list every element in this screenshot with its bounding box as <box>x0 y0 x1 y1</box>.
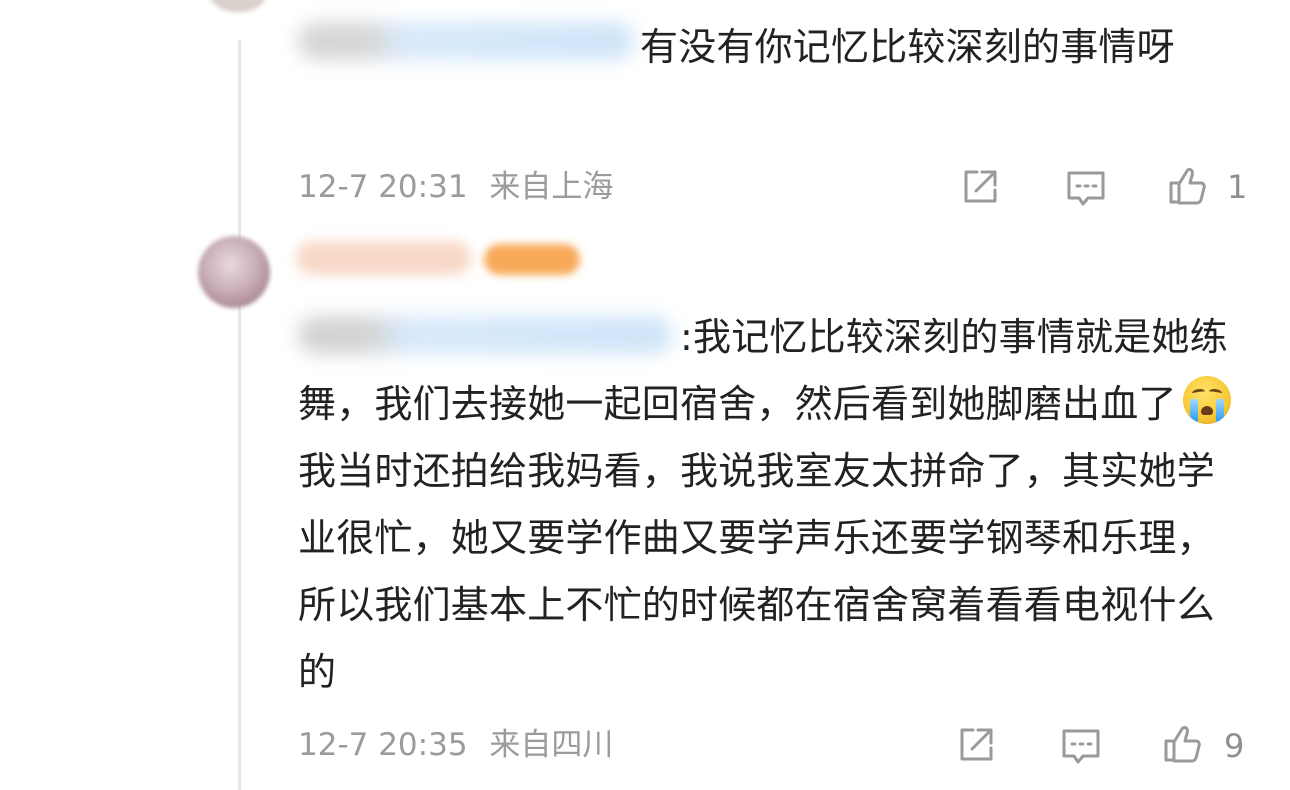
like-count: 1 <box>1227 168 1248 206</box>
previous-avatar-fragment <box>205 0 271 12</box>
comment-meta: 12-7 20:35 来自四川 <box>298 727 613 763</box>
reply-thread-line <box>238 40 241 790</box>
comment-text: 有没有你记忆比较深刻的事情呀 <box>298 14 1238 81</box>
blurred-user-badge <box>484 244 580 275</box>
like-button[interactable] <box>1160 722 1204 766</box>
comment-icon <box>1062 729 1100 764</box>
share-button[interactable] <box>958 165 1002 209</box>
comment-date: 12-7 20:35 <box>298 727 468 763</box>
share-external-icon <box>964 170 997 203</box>
comment-text: :我记忆比较深刻的事情就是她练舞，我们去接她一起回宿舍，然后看到她脚磨出血了我当… <box>298 304 1238 706</box>
tear-left <box>1189 399 1198 424</box>
blurred-username[interactable] <box>296 241 471 275</box>
share-button[interactable] <box>954 723 998 767</box>
comment-text-after-emoji: 我当时还拍给我妈看，我说我室友太拼命了，其实她学业很忙，她又要学作曲又要学声乐还… <box>298 449 1215 694</box>
like-count: 9 <box>1224 727 1245 765</box>
comment-location: 来自上海 <box>489 169 614 205</box>
comment-button[interactable] <box>1064 165 1108 209</box>
thumbs-up-icon <box>1164 726 1201 763</box>
emoji-mouth <box>1200 406 1213 415</box>
comment-icon <box>1067 171 1105 206</box>
thumbs-up-icon <box>1169 168 1206 205</box>
like-button[interactable] <box>1165 164 1209 208</box>
share-external-icon <box>960 728 993 761</box>
avatar[interactable] <box>198 236 270 308</box>
tear-right <box>1215 399 1224 424</box>
comment-text-before-emoji: :我记忆比较深刻的事情就是她练舞，我们去接她一起回宿舍，然后看到她脚磨出血了 <box>298 315 1228 426</box>
comment-text-body: 有没有你记忆比较深刻的事情呀 <box>640 25 1175 69</box>
crying-face-emoji <box>1182 376 1231 424</box>
comment-date: 12-7 20:31 <box>298 169 468 205</box>
comment-meta: 12-7 20:31 来自上海 <box>298 169 613 205</box>
comment-location: 来自四川 <box>489 727 614 763</box>
comment-button[interactable] <box>1059 723 1103 767</box>
